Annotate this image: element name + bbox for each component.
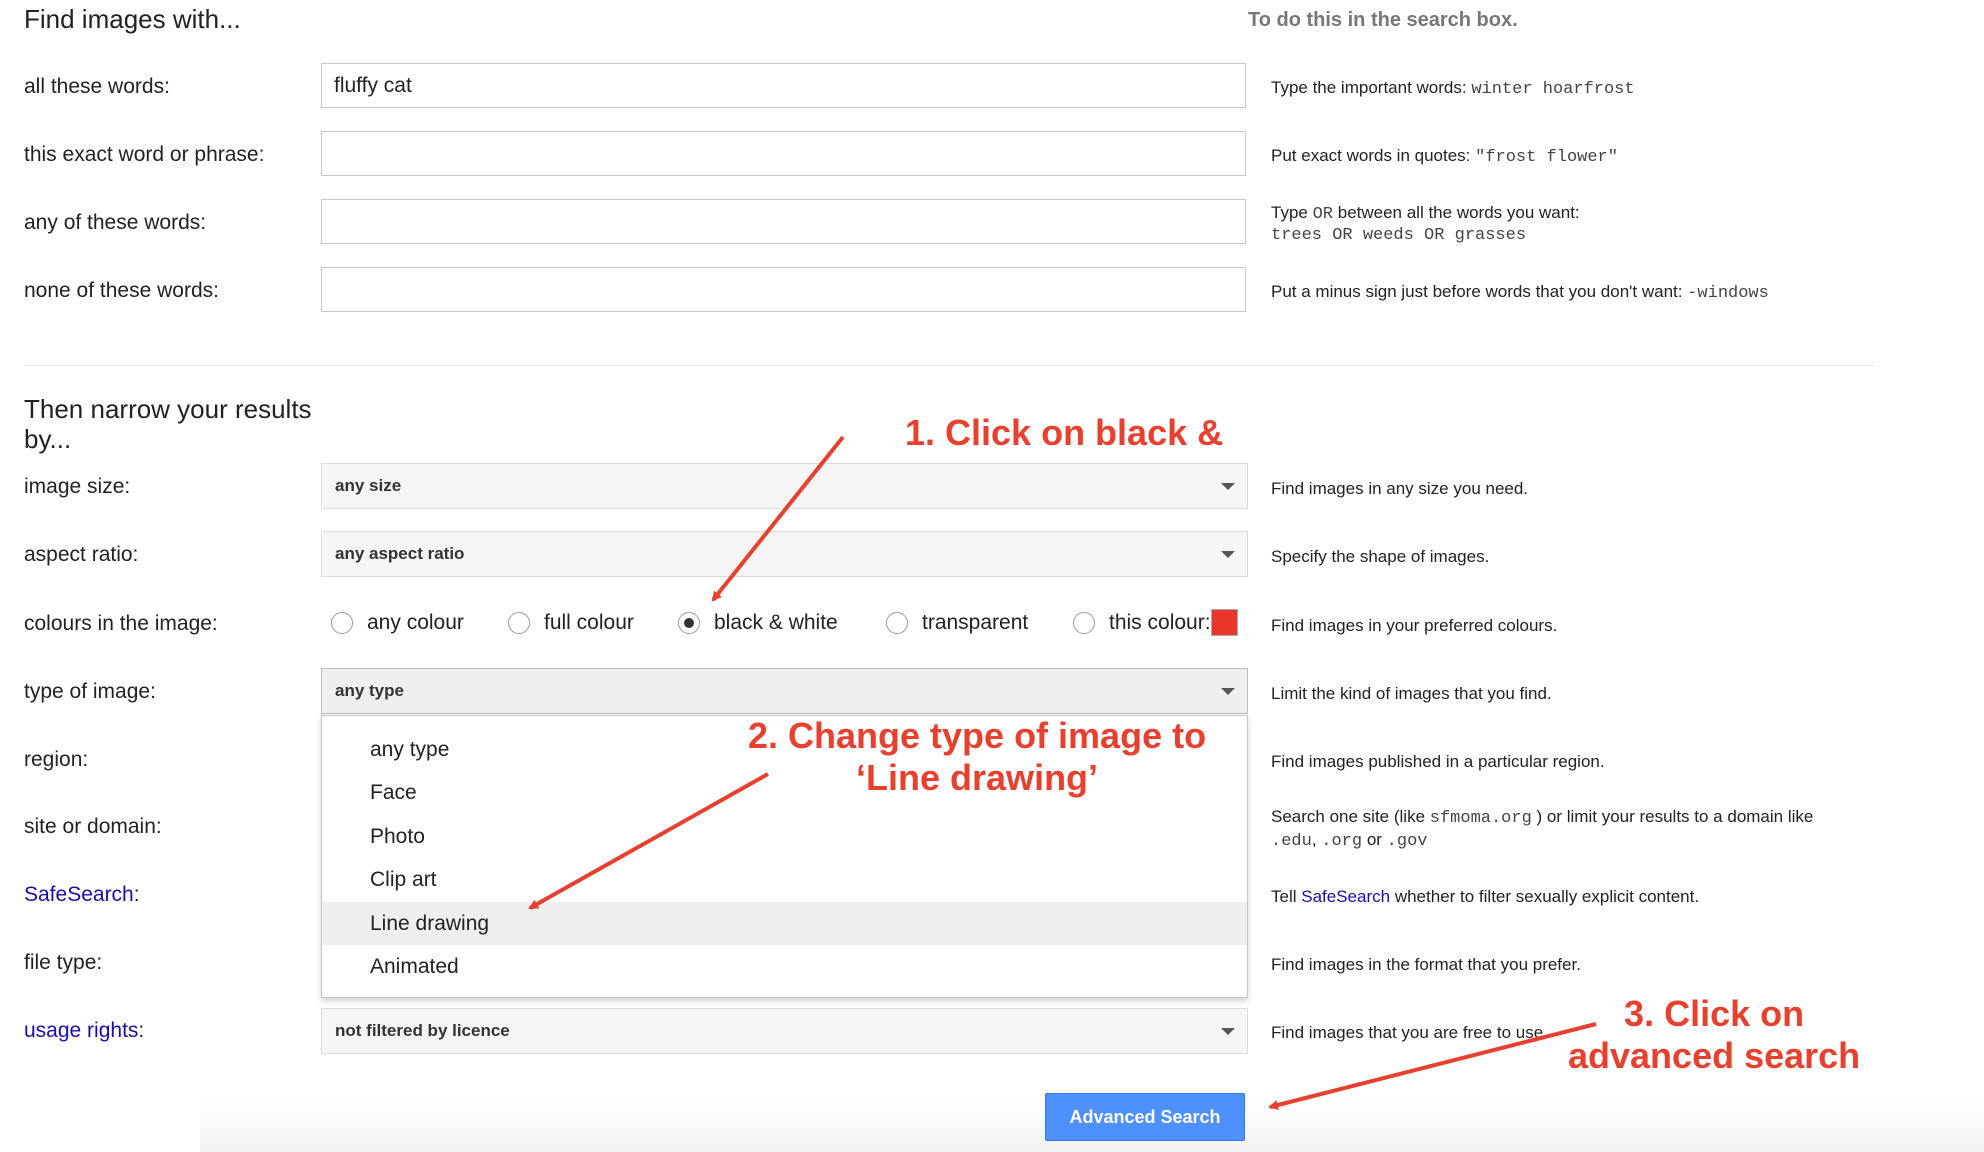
arrow-to-line-drawing xyxy=(528,772,769,910)
annotation-arrows xyxy=(528,435,1597,1110)
arrow-to-black-white xyxy=(711,435,845,602)
arrow-to-advanced-search xyxy=(1268,1022,1597,1110)
